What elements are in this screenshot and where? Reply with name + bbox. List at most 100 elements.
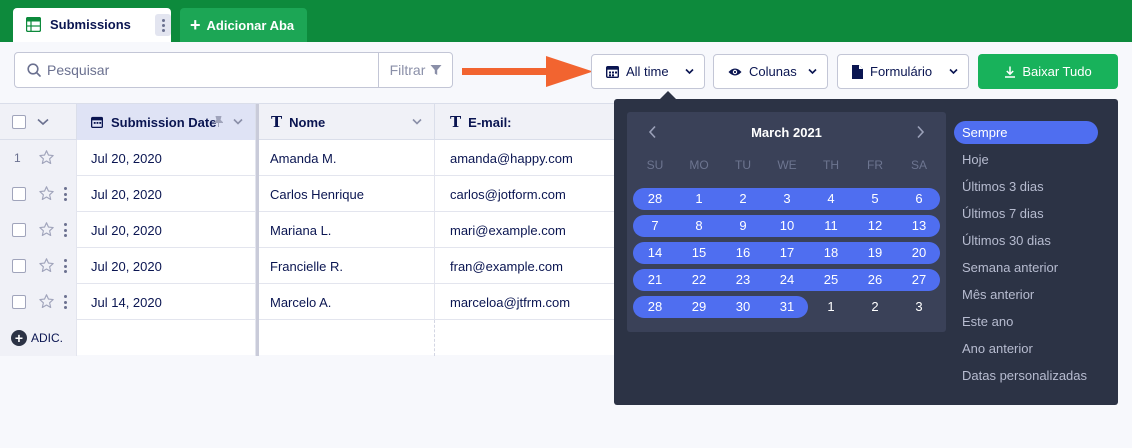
submission-date-cell[interactable]: Jul 20, 2020 — [77, 140, 256, 176]
calendar-day[interactable]: 17 — [772, 242, 802, 264]
calendar-day[interactable]: 28 — [640, 296, 670, 318]
add-row-label: ADIC. — [31, 331, 64, 345]
date-preset-option[interactable]: Datas personalizadas — [954, 364, 1098, 387]
calendar-day[interactable]: 30 — [728, 296, 758, 318]
calendar-day[interactable]: 11 — [816, 215, 846, 237]
calendar-day[interactable]: 4 — [816, 188, 846, 210]
table-row[interactable]: Jul 20, 2020 Carlos Henrique carlos@jotfor… — [0, 176, 614, 212]
star-icon[interactable] — [38, 293, 55, 310]
calendar-day[interactable]: 8 — [684, 215, 714, 237]
calendar-day[interactable]: 26 — [860, 269, 890, 291]
tab-submissions[interactable]: Submissions — [13, 8, 171, 42]
submission-date-cell[interactable]: Jul 20, 2020 — [77, 248, 256, 284]
row-checkbox[interactable] — [12, 187, 26, 201]
email-cell[interactable]: marceloa@jtfrm.com — [435, 284, 614, 320]
search-input[interactable] — [47, 59, 377, 81]
calendar-day[interactable]: 31 — [772, 296, 802, 318]
name-cell[interactable]: Francielle R. — [259, 248, 435, 284]
calendar-day[interactable]: 20 — [904, 242, 934, 264]
date-preset-option[interactable]: Últimos 7 dias — [954, 202, 1098, 225]
column-header-submission-date[interactable]: Submission Date — [77, 104, 256, 140]
table-row[interactable]: Jul 20, 2020 Mariana L. mari@example.com — [0, 212, 614, 248]
name-cell[interactable]: Marcelo A. — [259, 284, 435, 320]
calendar-day[interactable]: 21 — [640, 269, 670, 291]
download-all-button[interactable]: Baixar Tudo — [978, 54, 1118, 89]
row-checkbox[interactable] — [12, 259, 26, 273]
date-preset-option[interactable]: Hoje — [954, 148, 1098, 171]
chevron-right-icon[interactable] — [914, 125, 926, 139]
calendar-day[interactable]: 16 — [728, 242, 758, 264]
calendar-day[interactable]: 5 — [860, 188, 890, 210]
column-header-nome[interactable]: T Nome — [259, 104, 435, 140]
row-checkbox[interactable] — [12, 295, 26, 309]
pin-icon[interactable] — [214, 116, 223, 127]
star-icon[interactable] — [38, 149, 55, 166]
calendar-day[interactable]: 3 — [904, 296, 934, 318]
add-tab-button[interactable]: + Adicionar Aba — [180, 8, 307, 42]
table-row[interactable]: Jul 20, 2020 Francielle R. fran@example.co… — [0, 248, 614, 284]
table-row[interactable]: Jul 14, 2020 Marcelo A. marceloa@jtfrm.com — [0, 284, 614, 320]
calendar-day[interactable]: 10 — [772, 215, 802, 237]
columns-button[interactable]: Colunas — [713, 54, 828, 89]
calendar-day[interactable]: 3 — [772, 188, 802, 210]
calendar-day[interactable]: 9 — [728, 215, 758, 237]
select-all-checkbox[interactable] — [12, 115, 26, 129]
calendar-day[interactable]: 23 — [728, 269, 758, 291]
submission-date-cell[interactable]: Jul 14, 2020 — [77, 284, 256, 320]
form-button[interactable]: Formulário — [837, 54, 969, 89]
date-preset-option[interactable]: Ano anterior — [954, 337, 1098, 360]
date-preset-option[interactable]: Semana anterior — [954, 256, 1098, 279]
calendar-day[interactable]: 29 — [684, 296, 714, 318]
column-header-email[interactable]: T E-mail: — [435, 104, 614, 140]
chevron-down-icon[interactable] — [412, 118, 422, 126]
tab-menu-button[interactable] — [155, 14, 171, 36]
calendar-day[interactable]: 7 — [640, 215, 670, 237]
calendar-day[interactable]: 15 — [684, 242, 714, 264]
row-checkbox[interactable] — [12, 223, 26, 237]
name-cell[interactable]: Mariana L. — [259, 212, 435, 248]
calendar-day[interactable]: 22 — [684, 269, 714, 291]
frozen-column-divider[interactable] — [256, 104, 259, 356]
calendar-day[interactable]: 1 — [816, 296, 846, 318]
table-row[interactable]: 1 Jul 20, 2020 Amanda M. amanda@happy.com — [0, 140, 614, 176]
star-icon[interactable] — [38, 257, 55, 274]
filter-button[interactable]: Filtrar — [378, 53, 453, 87]
name-cell[interactable]: Amanda M. — [259, 140, 435, 176]
date-preset-option[interactable]: Mês anterior — [954, 283, 1098, 306]
submission-date-cell[interactable]: Jul 20, 2020 — [77, 176, 256, 212]
calendar-day[interactable]: 14 — [640, 242, 670, 264]
date-preset-option[interactable]: Este ano — [954, 310, 1098, 333]
calendar-day[interactable]: 2 — [860, 296, 890, 318]
chevron-down-icon[interactable] — [233, 118, 243, 126]
calendar-day[interactable]: 6 — [904, 188, 934, 210]
kebab-icon[interactable] — [63, 259, 67, 273]
date-range-button[interactable]: All time — [591, 54, 705, 89]
calendar-day[interactable]: 25 — [816, 269, 846, 291]
email-cell[interactable]: mari@example.com — [435, 212, 614, 248]
calendar-day[interactable]: 27 — [904, 269, 934, 291]
email-cell[interactable]: amanda@happy.com — [435, 140, 614, 176]
star-icon[interactable] — [38, 221, 55, 238]
calendar-day[interactable]: 24 — [772, 269, 802, 291]
submission-date-cell[interactable]: Jul 20, 2020 — [77, 212, 256, 248]
calendar-day[interactable]: 2 — [728, 188, 758, 210]
name-cell[interactable]: Carlos Henrique — [259, 176, 435, 212]
calendar-day[interactable]: 18 — [816, 242, 846, 264]
add-row-button[interactable]: + ADIC. — [11, 330, 63, 346]
calendar-day[interactable]: 19 — [860, 242, 890, 264]
email-cell[interactable]: fran@example.com — [435, 248, 614, 284]
calendar-day[interactable]: 13 — [904, 215, 934, 237]
kebab-icon[interactable] — [63, 223, 67, 237]
kebab-icon[interactable] — [63, 187, 67, 201]
email-cell[interactable]: carlos@jotform.com — [435, 176, 614, 212]
calendar-day[interactable]: 1 — [684, 188, 714, 210]
date-preset-option[interactable]: Últimos 3 dias — [954, 175, 1098, 198]
kebab-icon[interactable] — [63, 295, 67, 309]
calendar-day[interactable]: 12 — [860, 215, 890, 237]
star-icon[interactable] — [38, 185, 55, 202]
calendar-day[interactable]: 28 — [640, 188, 670, 210]
date-preset-option[interactable]: Últimos 30 dias — [954, 229, 1098, 252]
date-preset-option[interactable]: Sempre — [954, 121, 1098, 144]
weekday-label: SU — [646, 158, 664, 172]
chevron-down-icon[interactable] — [37, 118, 49, 126]
